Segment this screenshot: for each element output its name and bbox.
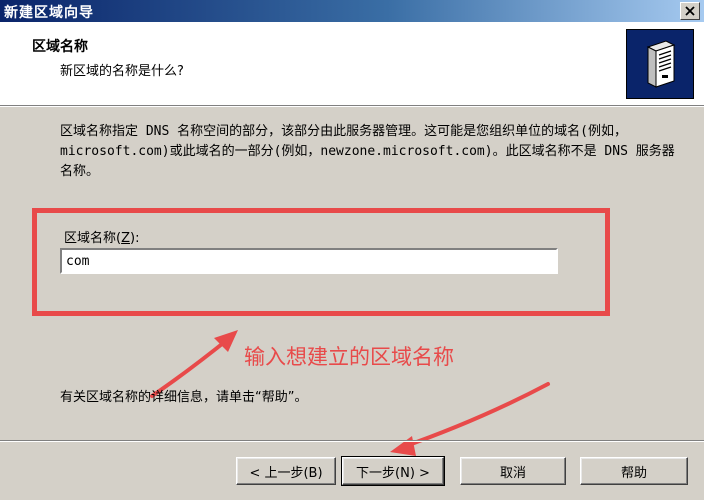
help-button[interactable]: 帮助	[580, 457, 688, 485]
help-info-text: 有关区域名称的详细信息，请单击“帮助”。	[60, 390, 308, 405]
server-icon	[626, 29, 694, 99]
close-button[interactable]	[680, 2, 700, 20]
wizard-header: 区域名称 新区域的名称是什么?	[0, 22, 704, 106]
zone-name-label-text: 区域名称	[64, 231, 117, 246]
zone-name-input[interactable]	[60, 248, 558, 274]
back-button[interactable]: < 上一步(B)	[236, 457, 336, 485]
zone-name-label-suffix: ):	[130, 231, 140, 246]
zone-name-label: 区域名称(Z):	[64, 231, 140, 246]
window-title: 新建区域向导	[4, 5, 94, 21]
cancel-button[interactable]: 取消	[460, 457, 566, 485]
close-icon	[685, 6, 695, 16]
zone-name-accesskey: Z	[121, 231, 130, 246]
next-button[interactable]: 下一步(N) >	[341, 456, 445, 486]
annotation-text: 输入想建立的区域名称	[244, 345, 454, 369]
title-bar: 新建区域向导	[0, 0, 704, 22]
arrow-to-next-button	[390, 382, 550, 456]
page-title: 区域名称	[32, 39, 88, 55]
page-subtitle: 新区域的名称是什么?	[60, 64, 184, 79]
description-text: 区域名称指定 DNS 名称空间的部分，该部分由此服务器管理。这可能是您组织单位的…	[60, 124, 675, 179]
header-separator	[0, 106, 704, 107]
